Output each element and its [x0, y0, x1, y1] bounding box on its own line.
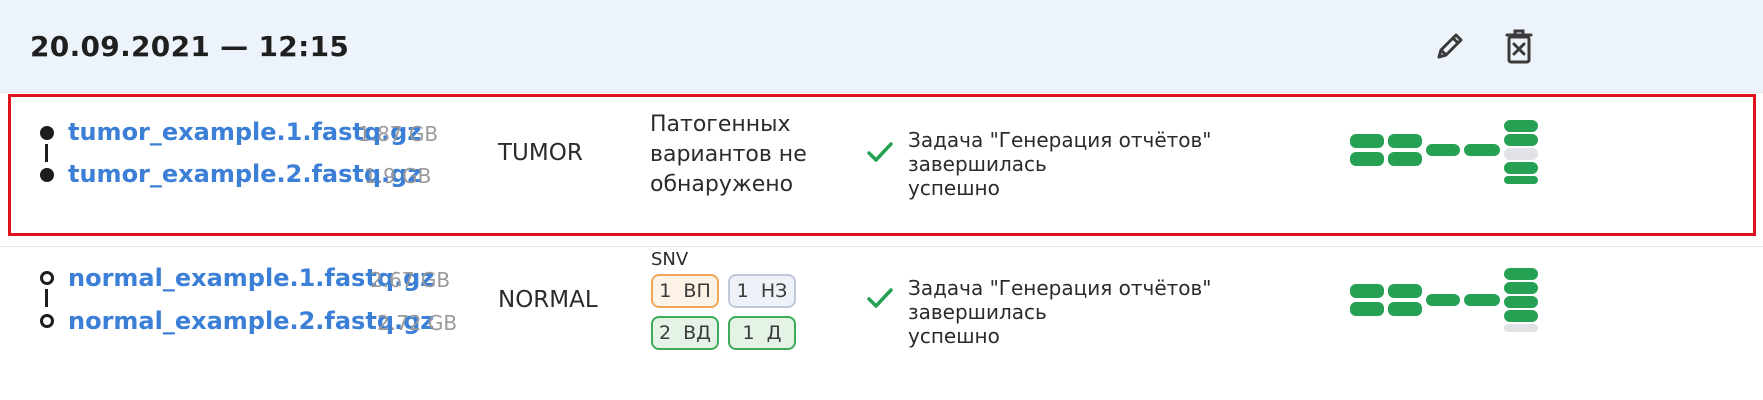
edit-button[interactable]: [1426, 22, 1474, 70]
sample-type: NORMAL: [498, 287, 598, 313]
file-size: 2.72 GB: [377, 311, 458, 335]
variant-badge-vd[interactable]: 2 ВД: [651, 316, 719, 350]
run-header: 20.09.2021 — 12:15: [0, 0, 1763, 93]
delete-button[interactable]: [1495, 22, 1543, 70]
run-datetime-title: 20.09.2021 — 12:15: [30, 30, 350, 63]
check-icon: [867, 288, 893, 308]
sample-row-normal[interactable]: normal_example.1.fastq.gz 2.67 GB normal…: [0, 249, 1763, 400]
sample-row-tumor[interactable]: tumor_example.1.fastq.gz 1.87 GB tumor_e…: [0, 96, 1763, 238]
variant-badge-nz[interactable]: 1 НЗ: [728, 274, 796, 308]
variant-badge-d[interactable]: 1 Д: [728, 316, 796, 350]
sample-type: TUMOR: [498, 140, 583, 166]
task-status: Задача "Генерация отчётов" завершилась у…: [908, 276, 1212, 348]
pencil-icon: [1437, 33, 1463, 59]
file-node-icon: [40, 168, 54, 182]
pipeline-progress-icon[interactable]: [1350, 120, 1540, 184]
check-icon: [867, 142, 893, 162]
row-divider: [0, 246, 1763, 247]
variant-badge-vp[interactable]: 1 ВП: [651, 274, 719, 308]
task-status: Задача "Генерация отчётов" завершилась у…: [908, 128, 1212, 200]
file-size: 1.9 GB: [364, 164, 432, 188]
trash-icon: [1505, 29, 1533, 64]
file-size: 1.87 GB: [358, 122, 439, 146]
variant-class-label: SNV: [651, 249, 689, 270]
variants-summary: Патогенных вариантов не обнаружено: [650, 112, 807, 197]
pipeline-progress-icon[interactable]: [1350, 266, 1540, 332]
file-node-icon: [40, 126, 54, 140]
file-node-icon: [40, 271, 54, 285]
file-pair-connector: [45, 289, 48, 307]
file-size: 2.67 GB: [370, 268, 451, 292]
file-node-icon: [40, 314, 54, 328]
file-pair-connector: [45, 144, 48, 162]
